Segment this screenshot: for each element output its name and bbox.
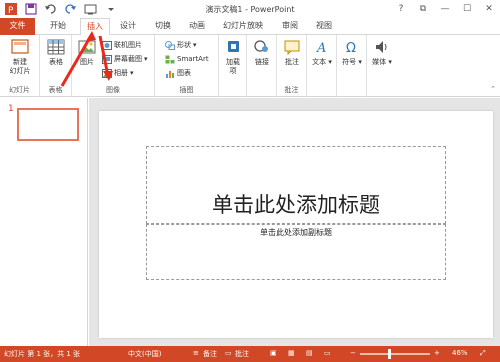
tab-review[interactable]: 审阅 bbox=[276, 18, 304, 35]
normal-view-icon[interactable]: ▣ bbox=[270, 349, 277, 357]
comments-button[interactable]: 批注 bbox=[235, 349, 249, 359]
title-placeholder[interactable]: 单击此处添加标题 bbox=[146, 146, 446, 224]
chart-button[interactable]: 图表 bbox=[165, 67, 191, 79]
svg-text:A: A bbox=[316, 41, 326, 56]
group-text: A 文本 ▾ bbox=[307, 35, 337, 97]
chart-icon bbox=[165, 69, 175, 78]
new-slide-button[interactable]: 新建 幻灯片 bbox=[3, 38, 37, 76]
arrowhead-icon bbox=[86, 31, 96, 41]
chart-label: 图表 bbox=[177, 69, 191, 77]
text-label-text: 文本 bbox=[312, 58, 327, 66]
slide-count-status: 幻灯片 第 1 张，共 1 张 bbox=[4, 350, 81, 358]
arrow-to-photo-album bbox=[98, 35, 110, 77]
media-button[interactable]: 媒体 ▾ bbox=[370, 38, 394, 67]
comment-label: 批注 bbox=[285, 58, 299, 66]
addins-label: 加载 项 bbox=[226, 58, 240, 75]
arrow-to-insert-tab bbox=[60, 33, 94, 87]
arrowhead-icon bbox=[103, 71, 113, 81]
slideshow-view-icon[interactable]: ▭ bbox=[324, 349, 331, 357]
subtitle-placeholder[interactable]: 单击此处添加副标题 bbox=[146, 224, 446, 280]
status-bar: 幻灯片 第 1 张，共 1 张 中文(中国) ≡ 备注 ▭ 批注 ▣ ▦ ▤ ▭… bbox=[0, 346, 500, 362]
fit-to-window-icon[interactable]: ⤢ bbox=[480, 349, 486, 358]
window-controls: ? ⧉ — ☐ ✕ bbox=[390, 0, 500, 18]
text-label: 文本 ▾ bbox=[310, 58, 334, 67]
media-label: 媒体 ▾ bbox=[370, 58, 394, 67]
comment-button[interactable]: 批注 bbox=[280, 38, 304, 67]
group-comments-label: 批注 bbox=[284, 86, 299, 94]
subtitle-placeholder-text: 单击此处添加副标题 bbox=[260, 228, 332, 237]
title-placeholder-text: 单击此处添加标题 bbox=[212, 193, 380, 217]
shapes-icon bbox=[165, 40, 175, 50]
zoom-slider-thumb[interactable] bbox=[388, 349, 391, 359]
smartart-button[interactable]: SmartArt bbox=[165, 53, 209, 65]
slide-thumbnail[interactable] bbox=[17, 108, 79, 141]
svg-text:Ω: Ω bbox=[346, 41, 356, 56]
title-bar: P 演示文稿1 - PowerPoint ? ⧉ — ☐ ✕ bbox=[0, 0, 500, 20]
speaker-icon bbox=[372, 38, 392, 56]
chevron-down-icon: ▾ bbox=[358, 58, 362, 66]
help-button[interactable]: ? bbox=[390, 0, 412, 18]
slide-thumbnails-pane: 1 bbox=[0, 98, 88, 346]
link-button[interactable]: 链接 bbox=[250, 38, 274, 67]
group-illustrations: 形状 ▾ SmartArt 图表 插图 bbox=[155, 35, 219, 97]
smartart-label: SmartArt bbox=[177, 55, 209, 63]
group-symbols: Ω 符号 ▾ bbox=[337, 35, 367, 97]
chevron-down-icon: ▾ bbox=[388, 58, 392, 66]
symbol-label-text: 符号 bbox=[342, 58, 357, 66]
media-label-text: 媒体 bbox=[372, 58, 387, 66]
language-status[interactable]: 中文(中国) bbox=[128, 349, 161, 359]
slide-number: 1 bbox=[8, 104, 14, 114]
group-media: 媒体 ▾ bbox=[367, 35, 397, 97]
omega-icon: Ω bbox=[342, 38, 362, 56]
group-slides: 新建 幻灯片 幻灯片 bbox=[0, 35, 40, 97]
comments-icon[interactable]: ▭ bbox=[225, 349, 232, 357]
group-apps: 加载 项 bbox=[219, 35, 247, 97]
annotation-arrows bbox=[60, 31, 113, 87]
zoom-out-icon[interactable]: − bbox=[350, 349, 356, 357]
notes-icon[interactable]: ≡ bbox=[193, 349, 199, 357]
zoom-slider[interactable] bbox=[360, 349, 430, 359]
text-button[interactable]: A 文本 ▾ bbox=[310, 38, 334, 67]
shapes-label: 形状 bbox=[177, 41, 191, 49]
shapes-button[interactable]: 形状 ▾ bbox=[165, 39, 197, 51]
tab-view[interactable]: 视图 bbox=[310, 18, 338, 35]
text-icon: A bbox=[312, 38, 332, 56]
symbol-label: 符号 ▾ bbox=[340, 58, 364, 67]
slide-sorter-icon[interactable]: ▦ bbox=[288, 349, 295, 357]
zoom-in-icon[interactable]: + bbox=[434, 349, 440, 357]
smartart-icon bbox=[165, 55, 175, 64]
tab-slideshow[interactable]: 幻灯片放映 bbox=[218, 18, 268, 35]
link-label: 链接 bbox=[255, 58, 269, 66]
chevron-down-icon: ▾ bbox=[328, 58, 332, 66]
addins-button[interactable]: 加载 项 bbox=[221, 38, 245, 76]
hyperlink-icon bbox=[252, 38, 272, 56]
group-slides-label: 幻灯片 bbox=[9, 86, 30, 94]
tab-animations[interactable]: 动画 bbox=[183, 18, 211, 35]
chevron-down-icon: ▾ bbox=[193, 41, 197, 49]
reading-view-icon[interactable]: ▤ bbox=[306, 349, 313, 357]
symbol-button[interactable]: Ω 符号 ▾ bbox=[340, 38, 364, 67]
ribbon-display-options-button[interactable]: ⧉ bbox=[412, 0, 434, 18]
tab-file[interactable]: 文件 bbox=[0, 18, 35, 35]
group-comments: 批注 批注 bbox=[277, 35, 307, 97]
collapse-ribbon-icon[interactable]: ⌃ bbox=[490, 85, 496, 93]
notes-button[interactable]: 备注 bbox=[203, 349, 217, 359]
group-illustrations-label: 插图 bbox=[179, 86, 194, 94]
comment-icon bbox=[282, 38, 302, 56]
group-links: 链接 bbox=[247, 35, 277, 97]
new-slide-icon bbox=[10, 38, 30, 56]
slide-canvas[interactable]: 单击此处添加标题 单击此处添加副标题 bbox=[99, 111, 493, 338]
maximize-button[interactable]: ☐ bbox=[456, 0, 478, 18]
slide-editor: 单击此处添加标题 单击此处添加副标题 bbox=[89, 98, 500, 346]
close-button[interactable]: ✕ bbox=[478, 0, 500, 18]
new-slide-label: 新建 幻灯片 bbox=[9, 58, 31, 75]
minimize-button[interactable]: — bbox=[434, 0, 456, 18]
store-icon bbox=[223, 38, 243, 56]
zoom-level[interactable]: 46% bbox=[452, 349, 468, 357]
